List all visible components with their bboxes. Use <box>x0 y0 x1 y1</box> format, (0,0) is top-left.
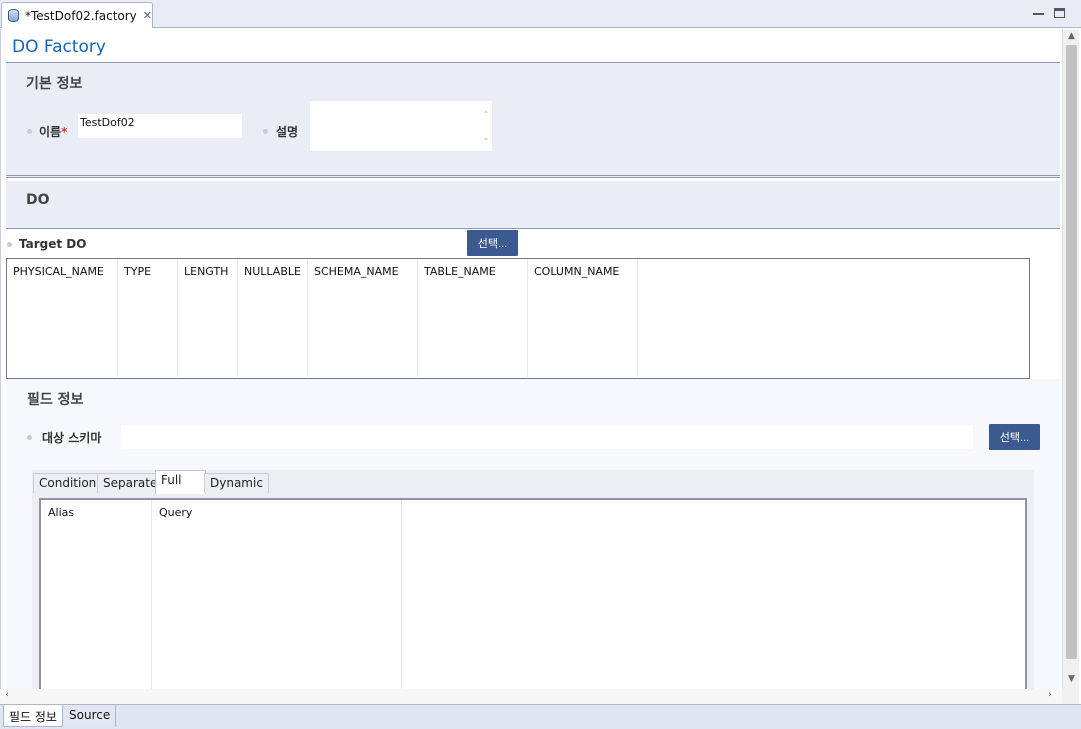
scrollbar-thumb[interactable] <box>1066 45 1077 659</box>
column-header[interactable]: SCHEMA_NAME <box>308 259 418 377</box>
column-header[interactable]: Query <box>152 500 402 689</box>
bullet-icon <box>27 435 32 440</box>
scrollbar-corner <box>1062 689 1079 704</box>
description-scrollbar[interactable]: ⌃ ⌄ <box>481 103 491 149</box>
bullet-icon <box>7 242 12 247</box>
editor-tab-title: *TestDof02.factory <box>25 8 137 23</box>
form-title: DO Factory <box>12 37 106 57</box>
target-schema-field[interactable] <box>121 425 973 449</box>
editor-tab-testdof02[interactable]: *TestDof02.factory ✕ <box>1 2 153 28</box>
column-header[interactable]: PHYSICAL_NAME <box>7 259 118 377</box>
tab-dynamic[interactable]: Dynamic <box>204 473 269 493</box>
required-mark: * <box>61 125 68 139</box>
page-tabs: 필드 정보 Source <box>0 704 1081 729</box>
description-label: 설명 <box>276 125 299 139</box>
basic-info-title: 기본 정보 <box>26 76 83 92</box>
do-section: DO <box>6 181 1060 229</box>
target-do-label: Target DO <box>19 237 87 251</box>
target-do-field[interactable] <box>89 234 461 256</box>
name-label: 이름* <box>39 125 68 139</box>
column-header[interactable]: COLUMN_NAME <box>528 259 638 377</box>
column-header[interactable]: LENGTH <box>178 259 238 377</box>
horizontal-scrollbar[interactable]: ‹ › <box>0 689 1062 704</box>
maximize-icon[interactable] <box>1054 8 1065 18</box>
field-info-title: 필드 정보 <box>27 392 84 408</box>
scroll-right-icon[interactable]: › <box>1045 690 1055 700</box>
column-header[interactable]: NULLABLE <box>238 259 308 377</box>
bullet-icon <box>27 129 32 134</box>
do-section-title: DO <box>26 192 50 208</box>
tab-source[interactable]: Source <box>64 705 117 727</box>
tab-full[interactable]: Full <box>155 470 206 494</box>
description-field[interactable]: ⌃ ⌄ <box>310 101 492 151</box>
tab-separate[interactable]: Separate <box>97 473 164 493</box>
target-do-select-button[interactable]: 선택... <box>467 230 518 256</box>
database-file-icon <box>7 8 21 23</box>
column-header[interactable]: TYPE <box>118 259 178 377</box>
target-schema-label: 대상 스키마 <box>42 431 102 445</box>
scroll-left-icon[interactable]: ‹ <box>2 690 12 700</box>
column-header[interactable]: Alias <box>41 500 152 689</box>
do-columns-table[interactable]: PHYSICAL_NAME TYPE LENGTH NULLABLE SCHEM… <box>6 258 1030 379</box>
scroll-down-icon[interactable]: ▼ <box>1063 674 1080 684</box>
tab-field-info[interactable]: 필드 정보 <box>3 705 63 727</box>
close-icon[interactable]: ✕ <box>143 9 152 22</box>
name-field[interactable] <box>78 114 242 138</box>
query-table[interactable]: Alias Query <box>39 498 1027 689</box>
vertical-scrollbar[interactable]: ▲ ▼ <box>1062 29 1079 689</box>
scroll-up-icon[interactable]: ▲ <box>1063 31 1080 41</box>
tab-condition[interactable]: Condition <box>33 473 103 493</box>
factory-editor: DO Factory 기본 정보 이름* 설명 ⌃⌄ DO Target DO … <box>0 29 1062 689</box>
minimize-icon[interactable] <box>1033 8 1044 15</box>
schema-select-button[interactable]: 선택... <box>989 424 1040 450</box>
editor-tab-strip: *TestDof02.factory ✕ <box>0 0 1081 28</box>
column-header[interactable]: TABLE_NAME <box>418 259 528 377</box>
bullet-icon <box>263 129 268 134</box>
